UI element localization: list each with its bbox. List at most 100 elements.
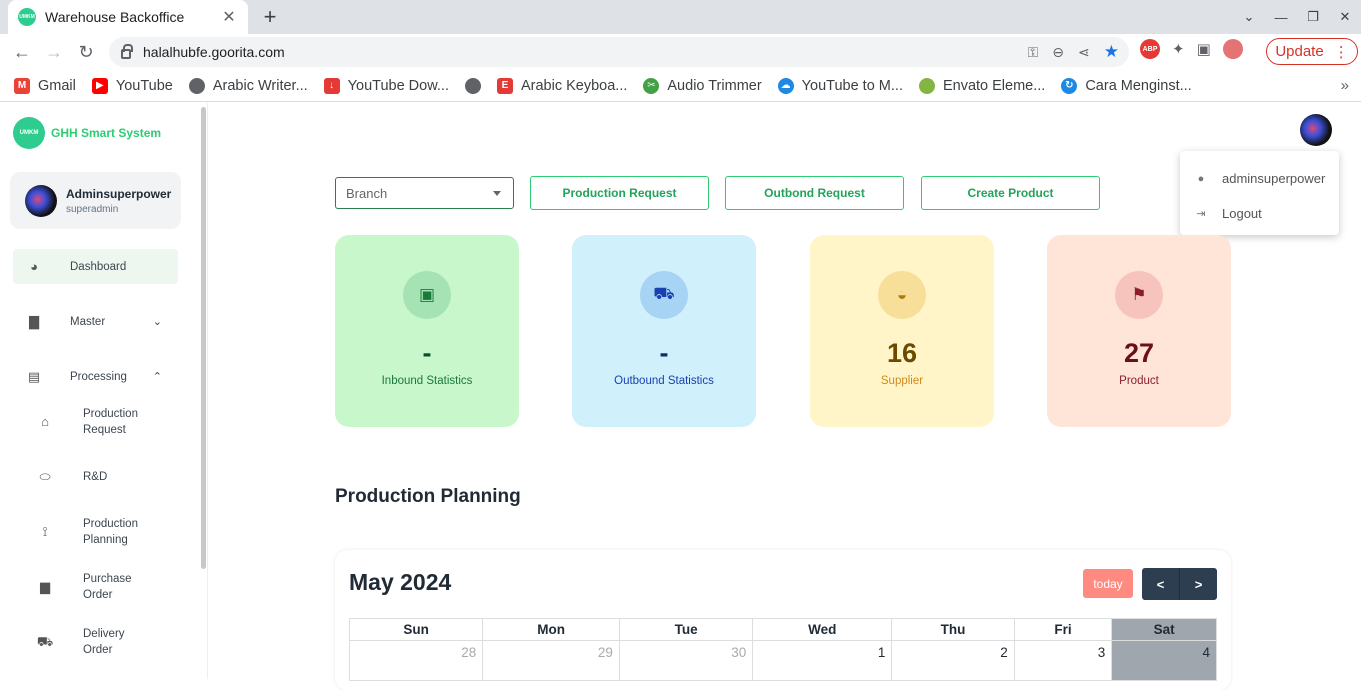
calendar-day[interactable]: 3 <box>1013 640 1113 681</box>
sidebar-item-production-request[interactable]: ⌂ Production Request <box>36 406 153 438</box>
account-avatar-button[interactable] <box>1300 114 1332 146</box>
sidebar-item-production-planning[interactable]: ⟟ Production Planning <box>36 516 153 548</box>
sidebar-item-master[interactable]: ▇ Master ⌄ <box>13 304 178 339</box>
window-controls: ⌄ — ❐ ✕ <box>1233 0 1361 34</box>
calendar-title: May 2024 <box>349 569 452 595</box>
account-dropdown: ● adminsuperpower ⇥ Logout <box>1180 151 1339 235</box>
zoom-icon[interactable]: ⊖ <box>1052 44 1064 61</box>
weekday-header: Wed <box>752 618 893 641</box>
close-icon[interactable]: ✕ <box>220 7 238 27</box>
stat-value: - <box>422 338 432 368</box>
calendar-day[interactable]: 1 <box>752 640 893 681</box>
sidebar-item-processing[interactable]: ▤ Processing ⌃ <box>13 359 178 394</box>
bookmarks-overflow-icon[interactable]: » <box>1341 77 1349 94</box>
sidebar-scrollbar[interactable] <box>201 107 206 569</box>
new-tab-button[interactable]: + <box>258 4 282 30</box>
calendar-day[interactable]: 2 <box>891 640 1015 681</box>
stat-label: Product <box>1119 375 1159 387</box>
maximize-button[interactable]: ❐ <box>1297 9 1329 25</box>
bookmark-item[interactable] <box>464 77 481 94</box>
sidebar-item-purchase-order[interactable]: ▆ Purchase Order <box>36 571 143 603</box>
create-product-button[interactable]: Create Product <box>921 176 1100 210</box>
stat-card-product[interactable]: ⚑ 27 Product <box>1047 235 1231 427</box>
stat-value: 16 <box>886 338 918 368</box>
stat-card-inbound[interactable]: ▣ - Inbound Statistics <box>335 235 519 427</box>
calendar-day[interactable]: 29 <box>482 640 620 681</box>
bookmark-item[interactable]: ▶ YouTube <box>91 77 173 94</box>
adblock-icon[interactable]: ABP <box>1140 39 1160 59</box>
download-icon: ↓ <box>323 77 340 94</box>
tab-title: Warehouse Backoffice <box>45 9 185 25</box>
bookmark-item[interactable]: Arabic Writer... <box>188 77 308 94</box>
browser-tabstrip: UMKM Warehouse Backoffice ✕ + ⌄ — ❐ ✕ <box>0 0 1361 34</box>
browser-tab[interactable]: UMKM Warehouse Backoffice ✕ <box>8 0 248 34</box>
branch-select[interactable]: Branch <box>335 177 514 209</box>
url-text[interactable]: halalhubfe.goorita.com <box>143 44 285 60</box>
chevron-down-icon: ⌄ <box>152 316 162 328</box>
reload-icon[interactable]: ↻ <box>70 42 102 63</box>
today-button[interactable]: today <box>1083 569 1133 598</box>
stat-card-outbound[interactable]: ⛟ - Outbound Statistics <box>572 235 756 427</box>
globe-icon <box>188 77 205 94</box>
calendar-day[interactable]: 4 <box>1111 640 1217 681</box>
weekday-header: Tue <box>618 618 754 641</box>
lock-icon[interactable] <box>121 44 133 59</box>
brand-logo: UMKM <box>13 117 45 149</box>
dropdown-username[interactable]: ● adminsuperpower <box>1194 171 1326 186</box>
stat-label: Outbound Statistics <box>614 375 714 387</box>
calendar-day[interactable]: 30 <box>618 640 754 681</box>
kebab-menu-icon: ⋮ <box>1333 43 1349 61</box>
truck-icon: ⛟ <box>640 271 688 319</box>
bookmark-star-icon[interactable]: ★ <box>1104 42 1119 62</box>
bookmark-item[interactable]: ☁ YouTube to M... <box>777 77 903 94</box>
stat-label: Supplier <box>880 375 924 387</box>
weekday-header: Sat <box>1111 618 1217 641</box>
sidebar-item-dashboard[interactable]: ◕ Dashboard <box>13 249 178 284</box>
bookmark-item[interactable]: ↻ Cara Menginst... <box>1061 77 1192 94</box>
weekday-header: Fri <box>1013 618 1113 641</box>
avatar <box>25 184 57 217</box>
bookmark-item[interactable]: ↓ YouTube Dow... <box>323 77 449 94</box>
sidebar-item-rnd[interactable]: ⬭ R&D <box>36 469 107 485</box>
person-icon: ● <box>1197 172 1205 185</box>
logout-button[interactable]: ⇥ Logout <box>1194 206 1261 221</box>
user-card[interactable]: Adminsuperpower superadmin <box>10 172 181 229</box>
production-request-button[interactable]: Production Request <box>530 176 709 210</box>
chevron-left-icon[interactable]: < <box>1142 568 1180 600</box>
bookmark-item[interactable]: E Arabic Keyboa... <box>496 77 627 94</box>
gmail-icon: M <box>14 77 30 94</box>
calendar: May 2024 today < > Sun Mon Tue Wed Thu F… <box>335 550 1231 690</box>
weekday-header: Sun <box>348 618 484 641</box>
basket-icon: ◒ <box>878 271 926 319</box>
outbond-request-button[interactable]: Outbond Request <box>725 176 904 210</box>
update-button[interactable]: Update ⋮ <box>1266 38 1358 65</box>
leaf-icon <box>918 77 935 94</box>
side-panel-icon[interactable]: ▣ <box>1197 40 1211 58</box>
brand-name: GHH Smart System <box>51 126 162 140</box>
calendar-day[interactable]: 28 <box>348 640 484 681</box>
calendar-grid: Sun Mon Tue Wed Thu Fri Sat 28 29 30 1 2… <box>348 618 1217 681</box>
palette-icon: ◕ <box>30 259 38 274</box>
profile-avatar[interactable] <box>1222 39 1243 59</box>
forward-icon[interactable]: → <box>38 42 70 63</box>
address-bar[interactable]: halalhubfe.goorita.com ⚿ ⊖ ⋖ ★ <box>109 37 1129 67</box>
extensions-icon[interactable]: ✦ <box>1172 40 1185 58</box>
share-icon[interactable]: ⋖ <box>1078 44 1090 61</box>
sidebar-item-delivery-order[interactable]: ⛟ Delivery Order <box>36 626 143 658</box>
document-plus-icon: ▆ <box>40 579 50 594</box>
bookmark-item[interactable]: M Gmail <box>14 77 76 94</box>
truck-icon: ⛟ <box>36 634 54 649</box>
bookmark-item[interactable]: ✂ Audio Trimmer <box>643 77 762 94</box>
chevron-right-icon[interactable]: > <box>1180 568 1217 600</box>
stat-value: 27 <box>1123 338 1155 368</box>
close-window-button[interactable]: ✕ <box>1329 9 1361 25</box>
minimize-button[interactable]: — <box>1265 10 1297 25</box>
back-icon[interactable]: ← <box>6 42 38 63</box>
key-icon[interactable]: ⚿ <box>1028 44 1039 61</box>
brand[interactable]: UMKM GHH Smart System <box>13 117 161 149</box>
bookmark-item[interactable]: Envato Eleme... <box>918 77 1045 94</box>
stat-label: Inbound Statistics <box>381 375 473 387</box>
globe-icon <box>464 77 481 94</box>
tab-search-icon[interactable]: ⌄ <box>1233 9 1265 25</box>
stat-card-supplier[interactable]: ◒ 16 Supplier <box>810 235 994 427</box>
